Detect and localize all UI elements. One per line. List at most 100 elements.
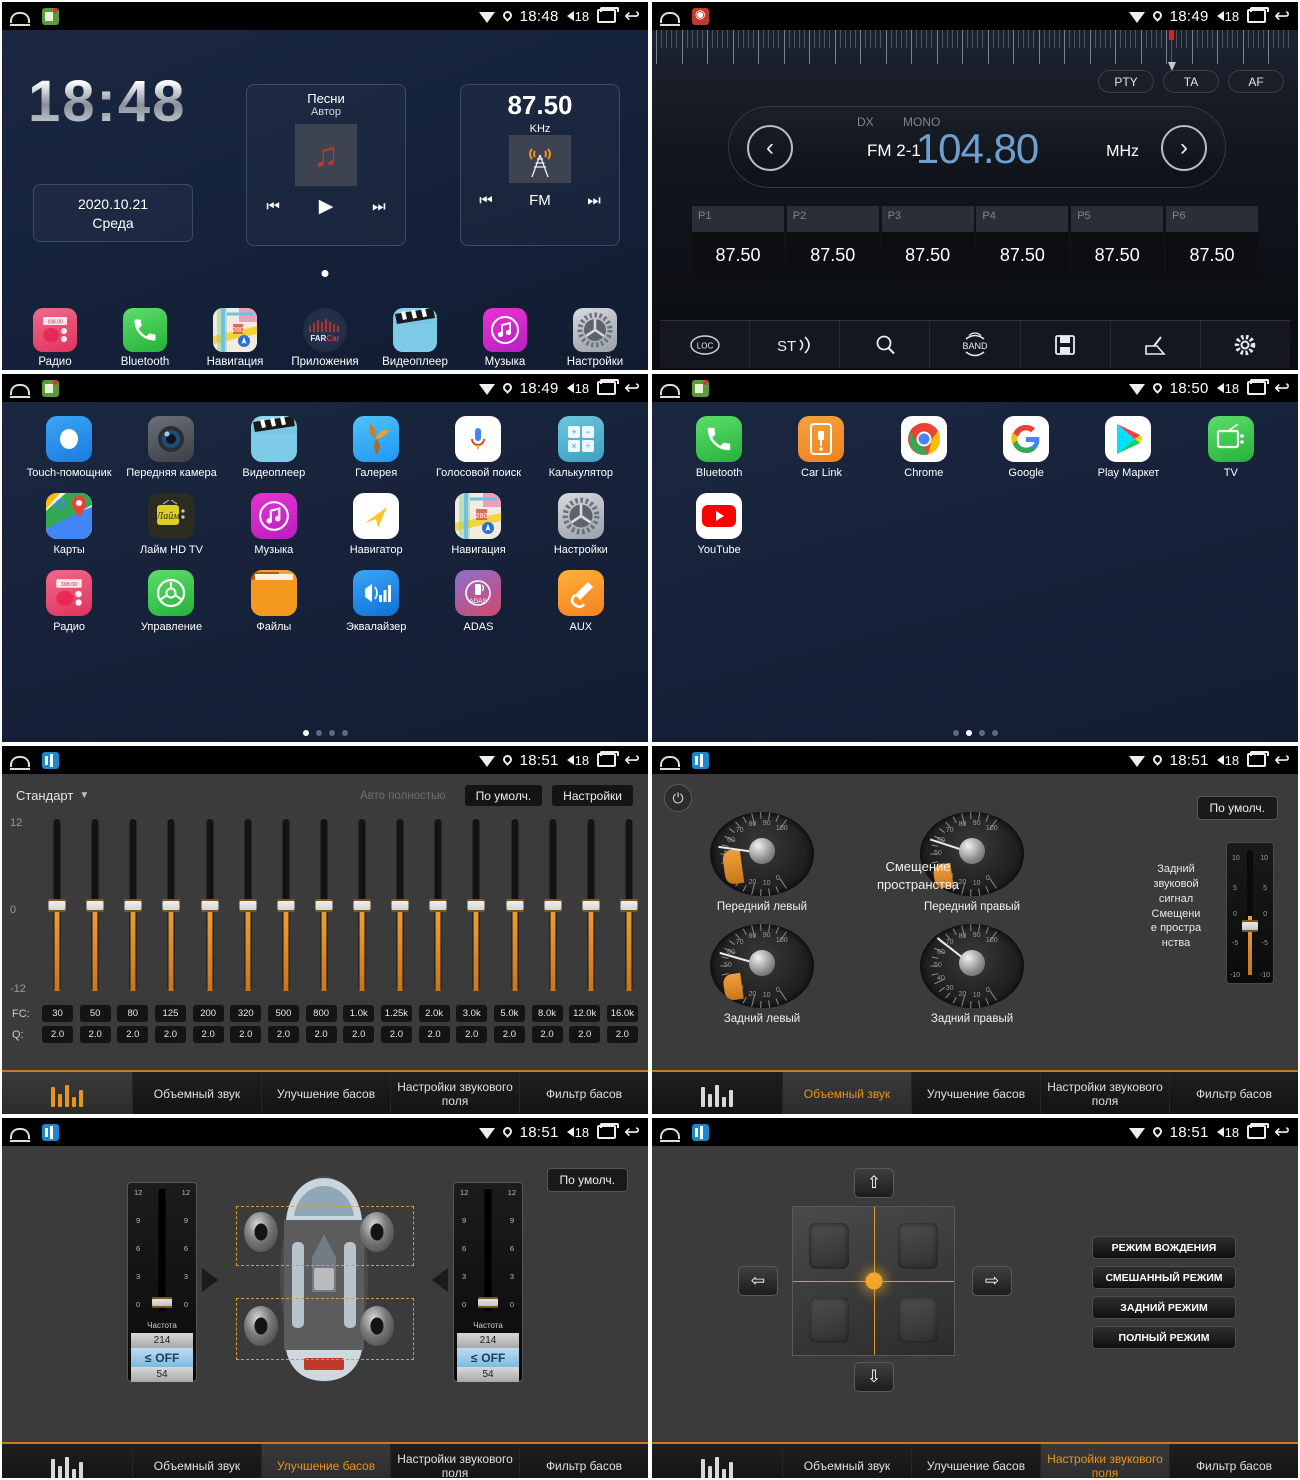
gauge-front-left[interactable]: 0102030405060708090100 Передний левый (710, 812, 814, 913)
q-cell[interactable]: 2.0 (230, 1026, 262, 1043)
loc-button[interactable]: LOC (660, 321, 751, 368)
back-arrow-icon[interactable]: ↩ (624, 751, 640, 770)
tab-equalizer[interactable] (2, 1444, 133, 1478)
fc-cell[interactable]: 125 (154, 1005, 186, 1022)
back-arrow-icon[interactable]: ↩ (1274, 751, 1290, 770)
arrow-right-icon[interactable]: ⇨ (972, 1266, 1012, 1296)
tab-sound-field[interactable]: Настройки звукового поля (391, 1444, 520, 1478)
recents-icon[interactable] (1247, 7, 1270, 23)
slider-knob[interactable] (391, 898, 409, 912)
recents-icon[interactable] (597, 1123, 620, 1139)
settings-button[interactable]: Настройки (551, 784, 634, 807)
fc-cell[interactable]: 3.0k (456, 1005, 488, 1022)
bass-value-top[interactable]: 214 (457, 1333, 519, 1348)
gear-icon[interactable] (1201, 321, 1290, 368)
q-cell[interactable]: 2.0 (305, 1026, 337, 1043)
equalizer-running-app-icon[interactable] (42, 1123, 59, 1141)
home-outline-icon[interactable] (660, 11, 680, 26)
app-video-player[interactable]: Видеоплеер (223, 416, 325, 479)
tuning-needle[interactable] (1167, 30, 1176, 74)
arrow-up-icon[interactable]: ⇧ (854, 1168, 894, 1198)
tune-up-button[interactable]: › (1161, 125, 1207, 171)
back-arrow-icon[interactable]: ↩ (1274, 7, 1290, 26)
app-calculator[interactable]: + − × ÷ Калькулятор (530, 416, 632, 479)
default-button[interactable]: По умолч. (546, 1168, 628, 1192)
bass-meter-left[interactable]: 12 12 9 9 6 6 3 3 0 0 Частота 214 ≤ OFF … (127, 1182, 197, 1382)
back-arrow-icon[interactable]: ↩ (624, 379, 640, 398)
home-outline-icon[interactable] (660, 755, 680, 770)
fc-cell[interactable]: 50 (79, 1005, 111, 1022)
fc-cell[interactable]: 200 (192, 1005, 224, 1022)
radio-prev-button[interactable]: ⏮ (479, 192, 493, 209)
tab-bass-filter[interactable]: Фильтр басов (1170, 1072, 1298, 1114)
q-cells[interactable]: 2.0 2.0 2.0 2.0 2.0 2.0 2.0 2.0 2.0 2.0 2.0 2.0 2.0 2… (42, 1026, 638, 1043)
slider-knob[interactable] (239, 898, 257, 912)
app-laim-hd-tv[interactable]: Лайм Лайм HD TV (120, 493, 222, 556)
slider-knob[interactable] (124, 898, 142, 912)
meter-knob[interactable] (1242, 920, 1258, 932)
app-car-link[interactable]: Car Link (770, 416, 872, 479)
q-cell[interactable]: 2.0 (154, 1026, 186, 1043)
recents-icon[interactable] (597, 751, 620, 767)
bass-state[interactable]: ≤ OFF (457, 1348, 519, 1367)
dock-item-settings[interactable]: Настройки (556, 308, 634, 368)
equalizer-band-sliders[interactable] (48, 819, 638, 991)
eq-band-slider[interactable] (544, 819, 562, 991)
tab-sound-field[interactable]: Настройки звукового поля (1041, 1072, 1170, 1114)
app-music[interactable]: Музыка (223, 493, 325, 556)
eq-band-slider[interactable] (467, 819, 485, 991)
app-radio[interactable]: 108.00 Радио (18, 570, 120, 633)
band-button[interactable]: BAND (930, 321, 1021, 368)
preset-6[interactable]: P6 87.50 (1165, 206, 1258, 278)
fc-cell[interactable]: 1.25k (380, 1005, 412, 1022)
bass-value-bottom[interactable]: 54 (131, 1367, 193, 1382)
tab-sound-field[interactable]: Настройки звукового поля (391, 1072, 520, 1114)
gauge-rear-right[interactable]: 0 10 20 30 40 50 60 70 80 90 100 Задний правый (920, 924, 1024, 1025)
radio-next-button[interactable]: ⏭ (587, 192, 601, 209)
back-arrow-icon[interactable]: ↩ (624, 1123, 640, 1142)
app-google-maps[interactable]: G Карты (18, 493, 120, 556)
back-arrow-icon[interactable]: ↩ (1274, 1123, 1290, 1142)
page-dot-1[interactable] (952, 730, 959, 736)
back-arrow-icon[interactable]: ↩ (1274, 379, 1290, 398)
dx-label[interactable]: DX (857, 115, 874, 129)
dock-item-radio[interactable]: 108.00 Радио (16, 308, 94, 368)
eq-band-slider[interactable] (353, 819, 371, 991)
rear-signal-meter[interactable]: 10 10 5 5 0 0 -5 -5 -10 -10 (1226, 842, 1274, 984)
fc-cell[interactable]: 30 (42, 1005, 73, 1022)
slider-knob[interactable] (582, 898, 600, 912)
back-arrow-icon[interactable]: ↩ (624, 7, 640, 26)
q-cell[interactable]: 2.0 (456, 1026, 488, 1043)
preset-4[interactable]: P4 87.50 (976, 206, 1069, 278)
home-outline-icon[interactable] (10, 11, 30, 26)
app-bluetooth[interactable]: Bluetooth (668, 416, 770, 479)
tab-bass-filter[interactable]: Фильтр басов (520, 1072, 648, 1114)
q-cell[interactable]: 2.0 (42, 1026, 73, 1043)
app-settings[interactable]: Настройки (530, 493, 632, 556)
eq-band-slider[interactable] (506, 819, 524, 991)
app-touch-assistant[interactable]: Touch-помощник (18, 416, 120, 479)
preset-5[interactable]: P5 87.50 (1071, 206, 1164, 278)
app-youtube[interactable]: YouTube (668, 493, 770, 556)
eq-band-slider[interactable] (315, 819, 333, 991)
mode-full[interactable]: ПОЛНЫЙ РЕЖИМ (1092, 1326, 1236, 1349)
page-dot-3[interactable] (328, 730, 335, 736)
fc-cell[interactable]: 2.0k (418, 1005, 450, 1022)
house-app-icon[interactable] (42, 379, 59, 397)
page-dot-4[interactable] (991, 730, 998, 736)
fc-cell[interactable]: 500 (267, 1005, 299, 1022)
home-outline-icon[interactable] (660, 383, 680, 398)
app-equalizer[interactable]: Эквалайзер (325, 570, 427, 633)
ta-button[interactable]: TA (1163, 70, 1219, 93)
preset-2[interactable]: P2 87.50 (786, 206, 879, 278)
tune-down-button[interactable]: ‹ (747, 125, 793, 171)
slider-knob[interactable] (48, 898, 66, 912)
home-outline-icon[interactable] (10, 383, 30, 398)
slider-knob[interactable] (353, 898, 371, 912)
dock-item-music[interactable]: Музыка (466, 308, 544, 368)
house-app-icon[interactable] (692, 379, 709, 397)
recents-icon[interactable] (1247, 751, 1270, 767)
recents-icon[interactable] (597, 379, 620, 395)
preset-selector[interactable]: Стандарт ▼ (16, 788, 89, 803)
home-date-box[interactable]: 2020.10.21 Среда (33, 184, 193, 242)
